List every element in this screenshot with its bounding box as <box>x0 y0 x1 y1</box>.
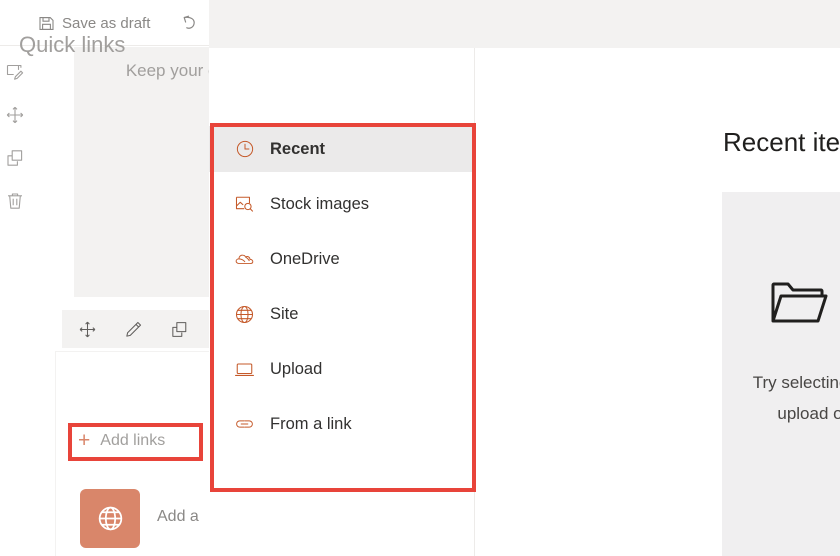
add-links-label: Add links <box>100 431 166 449</box>
nav-item-label: Site <box>270 304 299 323</box>
empty-state-panel: No recent files Try selecting a file fro… <box>722 192 840 556</box>
screenshot-root: Save as draft Keep your co Quick links +… <box>0 0 840 556</box>
nav-item-label: Stock images <box>270 194 370 213</box>
nav-item-label: From a link <box>270 414 352 433</box>
file-picker-dialog: Recent Stock images OneDrive Site Upload… <box>209 0 840 556</box>
duplicate-icon[interactable] <box>3 146 27 170</box>
empty-state-subtitle: Try selecting a file from your site, or … <box>752 373 840 423</box>
onedrive-icon <box>234 249 255 270</box>
dialog-content-pane: No recent files Try selecting a file fro… <box>476 48 840 556</box>
nav-item-upload[interactable]: Upload <box>209 346 474 392</box>
nav-item-label: Upload <box>270 359 323 378</box>
undo-button[interactable] <box>166 6 212 40</box>
dialog-nav-list: Recent Stock images OneDrive Site Upload… <box>209 48 475 556</box>
add-links-button[interactable]: + Add links <box>78 430 165 451</box>
nav-item-site[interactable]: Site <box>209 291 474 337</box>
save-as-draft-label: Save as draft <box>62 14 151 32</box>
quick-links-title: Quick links <box>19 32 126 57</box>
web-part-rail <box>0 47 30 377</box>
quick-link-tile[interactable] <box>80 489 140 548</box>
nav-item-stock-images[interactable]: Stock images <box>209 181 474 227</box>
undo-arrow-icon <box>178 12 200 34</box>
content-pane-title: Recent items <box>723 127 840 157</box>
plus-icon: + <box>78 429 91 452</box>
stock-images-icon <box>234 194 255 215</box>
web-part-toolbar <box>62 310 212 348</box>
dialog-header <box>209 0 840 48</box>
nav-item-onedrive[interactable]: OneDrive <box>209 236 474 282</box>
move-icon[interactable] <box>76 318 98 340</box>
dialog-body: Recent Stock images OneDrive Site Upload… <box>209 48 840 556</box>
clock-icon <box>234 139 255 160</box>
laptop-icon <box>234 359 255 380</box>
globe-icon <box>234 304 255 325</box>
edit-webpart-icon[interactable] <box>3 60 27 84</box>
floppy-disk-icon <box>38 15 55 32</box>
pencil-icon[interactable] <box>122 318 144 340</box>
move-icon[interactable] <box>3 103 27 127</box>
duplicate-icon[interactable] <box>168 318 190 340</box>
nav-item-label: OneDrive <box>270 249 340 268</box>
nav-item-from-a-link[interactable]: From a link <box>209 401 474 447</box>
quick-link-tile-label: Add a <box>157 508 199 525</box>
trash-icon[interactable] <box>3 189 27 213</box>
folder-icon <box>769 277 829 327</box>
empty-state-heading: No recent files <box>722 277 840 327</box>
globe-icon <box>95 503 126 534</box>
nav-item-label: Recent <box>270 139 326 158</box>
nav-item-recent[interactable]: Recent <box>209 126 474 172</box>
hero-text: Keep your co <box>125 61 226 80</box>
link-icon <box>234 414 255 435</box>
